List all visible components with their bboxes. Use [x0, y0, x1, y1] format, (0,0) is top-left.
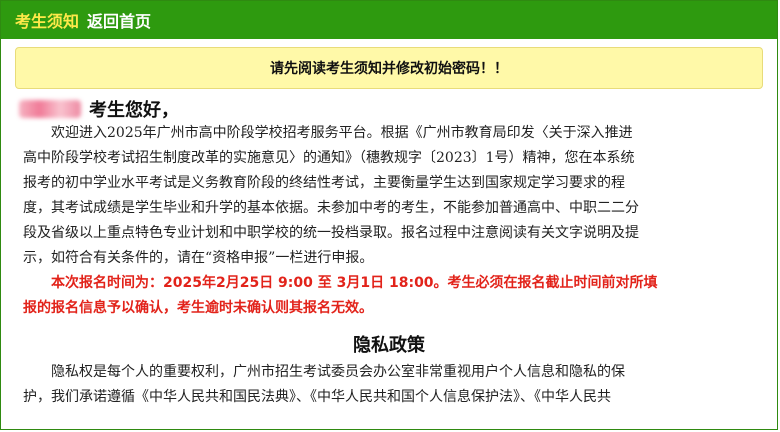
intro-line: 段及省级以上重点特色专业计划和中职学校的统一投档录取。报名过程中注意阅读有关文字… [23, 225, 639, 241]
notice-content: 欢迎进入2025年广州市高中阶段学校招考服务平台。根据《广州市教育局印发〈关于深… [1, 121, 777, 410]
notice-banner: 请先阅读考生须知并修改初始密码！！ [15, 47, 763, 89]
page: 考生须知 返回首页 请先阅读考生须知并修改初始密码！！ 考生您好， 欢迎进入20… [0, 0, 778, 430]
intro-line: 高中阶段学校考试招生制度改革的实施意见〉的通知》（穗教规字〔2023〕1号）精神… [23, 150, 635, 166]
redacted-name [19, 100, 81, 118]
greeting-text: 考生您好， [89, 100, 179, 121]
privacy-paragraph: 隐私权是每个人的重要权利，广州市招生考试委员会办公室非常重视用户个人信息和隐私的… [23, 360, 755, 410]
intro-line: 示，如符合有关条件的，请在“资格申报”一栏进行申报。 [23, 250, 374, 266]
notice-banner-text: 请先阅读考生须知并修改初始密码！！ [270, 61, 508, 77]
privacy-line: 护，我们承诺遵循《中华人民共和国民法典》、《中华人民共和国个人信息保护法》、《中… [23, 389, 611, 405]
deadline-line: 本次报名时间为：2025年2月25日 9:00 至 3月1日 18:00。考生必… [51, 275, 658, 291]
deadline-paragraph: 本次报名时间为：2025年2月25日 9:00 至 3月1日 18:00。考生必… [23, 271, 755, 321]
intro-line: 欢迎进入2025年广州市高中阶段学校招考服务平台。根据《广州市教育局印发〈关于深… [51, 125, 633, 141]
privacy-title: 隐私政策 [353, 335, 425, 356]
intro-paragraph: 欢迎进入2025年广州市高中阶段学校招考服务平台。根据《广州市教育局印发〈关于深… [23, 121, 755, 271]
greeting: 考生您好， [19, 97, 777, 121]
deadline-line: 报的报名信息予以确认，考生逾时未确认则其报名无效。 [23, 300, 373, 316]
privacy-line: 隐私权是每个人的重要权利，广州市招生考试委员会办公室非常重视用户个人信息和隐私的… [51, 364, 625, 380]
intro-line: 度，其考试成绩是学生毕业和升学的基本依据。未参加中考的考生，不能参加普通高中、中… [23, 200, 639, 216]
intro-line: 报考的初中学业水平考试是义务教育阶段的终结性考试，主要衡量学生达到国家规定学习要… [23, 175, 625, 191]
top-navbar: 考生须知 返回首页 [1, 1, 777, 39]
nav-tab-notice[interactable]: 考生须知 [15, 8, 79, 32]
nav-link-home[interactable]: 返回首页 [87, 8, 151, 32]
